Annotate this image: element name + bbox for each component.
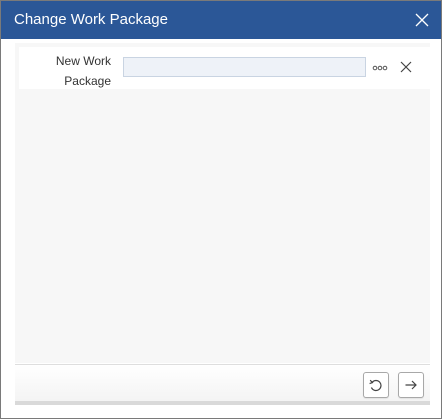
arrow-right-icon <box>405 380 417 390</box>
lookup-button[interactable] <box>371 61 389 73</box>
dialog-titlebar: Change Work Package <box>1 1 441 39</box>
new-work-package-label: New Work Package <box>55 54 111 88</box>
next-button[interactable] <box>398 372 424 398</box>
clear-icon <box>400 61 412 73</box>
change-work-package-dialog: Change Work Package New Work Package <box>0 0 442 419</box>
new-work-package-row: New Work Package <box>19 47 430 89</box>
dialog-title: Change Work Package <box>14 11 168 28</box>
clear-button[interactable] <box>399 60 413 74</box>
ellipsis-icon <box>372 65 388 71</box>
undo-icon <box>369 379 382 392</box>
close-icon <box>415 13 429 27</box>
close-button[interactable] <box>413 11 431 29</box>
reset-button[interactable] <box>363 372 389 398</box>
dialog-footer <box>15 365 430 401</box>
dialog-content: New Work Package <box>15 43 430 363</box>
new-work-package-input[interactable] <box>123 57 366 77</box>
footer-shadow <box>15 401 430 405</box>
